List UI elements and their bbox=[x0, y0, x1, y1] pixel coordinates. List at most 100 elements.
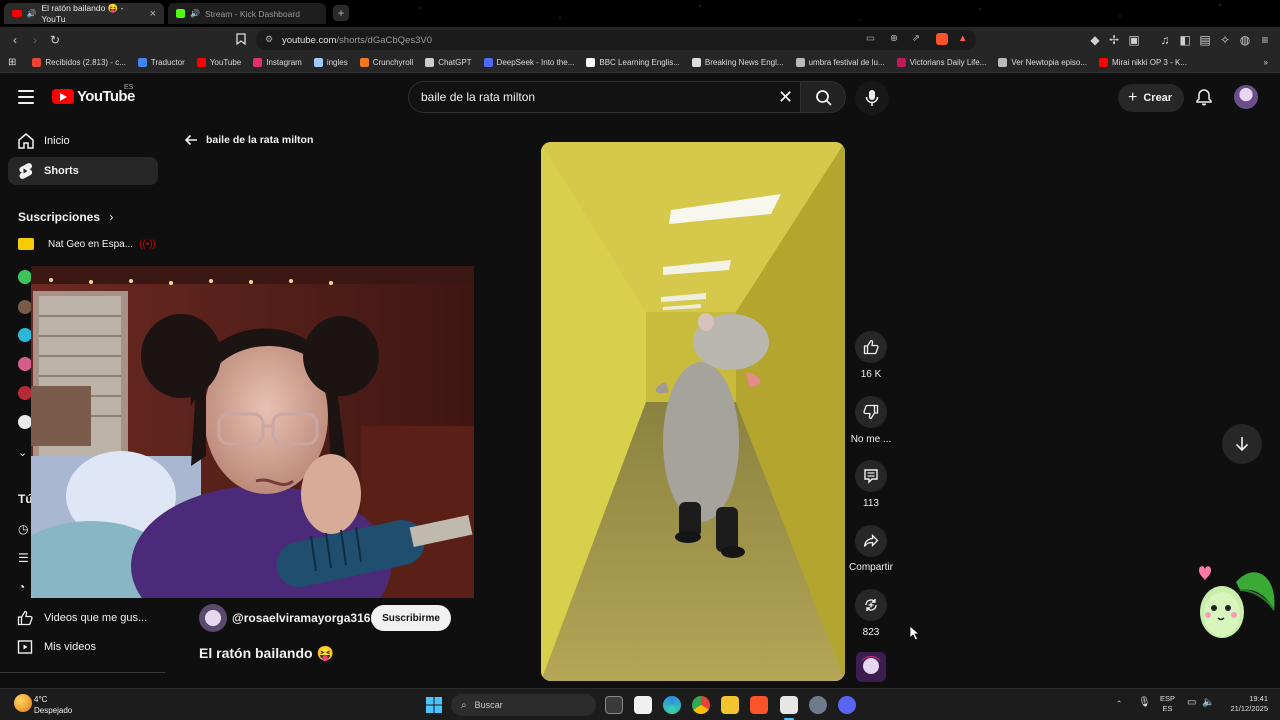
brave-shields-icon[interactable] bbox=[936, 33, 948, 45]
tab-youtube-short[interactable]: 🔊 El ratón bailando 😝 - YouTu × bbox=[4, 3, 164, 24]
media-controls-icon[interactable]: ♫ bbox=[1158, 33, 1172, 47]
subscription-avatar[interactable] bbox=[18, 415, 32, 429]
puzzle-icon[interactable]: ✢ bbox=[1107, 33, 1121, 47]
bookmark-item[interactable]: Mirai nikki OP 3 - K... bbox=[1093, 58, 1193, 67]
extension-icon[interactable]: ◆ bbox=[1088, 33, 1102, 47]
bookmark-item[interactable]: ingles bbox=[308, 58, 354, 67]
like-button[interactable] bbox=[855, 331, 887, 363]
next-short-button[interactable] bbox=[1222, 424, 1262, 464]
bookmark-item[interactable]: DeepSeek - Into the... bbox=[478, 58, 581, 67]
like-count: 16 K bbox=[860, 369, 882, 380]
sidebar-item-shorts[interactable]: Shorts bbox=[8, 157, 158, 185]
voice-search-button[interactable] bbox=[855, 81, 889, 115]
playlists-icon[interactable]: ☰ bbox=[18, 551, 29, 565]
new-tab-button[interactable]: + bbox=[333, 5, 349, 21]
bookmark-item[interactable]: Instagram bbox=[247, 58, 308, 67]
brave-rewards-icon[interactable]: ▲ bbox=[958, 33, 967, 44]
bookmark-item[interactable]: Ver Newtopia episo... bbox=[992, 58, 1093, 67]
dislike-button[interactable] bbox=[855, 396, 887, 428]
account-avatar[interactable] bbox=[1234, 85, 1258, 109]
address-bar[interactable]: ⚙ youtube.com/shorts/dGaCbQes3V0 ▭ ⊕ ⇗ ▲ bbox=[256, 30, 976, 50]
weather-icon[interactable] bbox=[14, 694, 32, 712]
bookmark-item[interactable]: Traductor bbox=[132, 58, 191, 67]
sidebar-toggle-icon[interactable]: ◧ bbox=[1178, 33, 1192, 47]
subscription-avatar[interactable] bbox=[18, 386, 32, 400]
site-info-icon[interactable]: ⚙ bbox=[265, 34, 273, 45]
file-explorer-icon[interactable] bbox=[721, 696, 739, 714]
webcam-overlay bbox=[31, 266, 474, 598]
more-bookmarks-icon[interactable]: » bbox=[1258, 58, 1280, 67]
bookmark-item[interactable]: Recibidos (2.813) - c... bbox=[26, 58, 131, 67]
history-icon[interactable]: ◷ bbox=[18, 522, 28, 536]
microsoft-store-icon[interactable] bbox=[634, 696, 652, 714]
cast-icon[interactable]: ▭ bbox=[866, 33, 875, 44]
microphone-tray-icon[interactable]: 🎙 bbox=[1138, 698, 1151, 708]
tab-kick-dashboard[interactable]: 🔊 Stream - Kick Dashboard bbox=[168, 3, 326, 24]
bookmark-item[interactable]: Victorians Daily Life... bbox=[891, 58, 993, 67]
subscriptions-heading[interactable]: Suscripciones › bbox=[18, 210, 113, 224]
share-button[interactable] bbox=[855, 525, 887, 557]
language-indicator[interactable]: ESP ES bbox=[1160, 694, 1175, 714]
create-button[interactable]: + Crear bbox=[1118, 84, 1184, 112]
show-more-chevron-icon[interactable]: ⌄ bbox=[18, 446, 27, 459]
forward-arrow-icon[interactable]: › bbox=[28, 33, 42, 47]
windows-start-icon[interactable] bbox=[426, 697, 442, 713]
bookmark-item[interactable]: umbra festival de lu... bbox=[790, 58, 891, 67]
taskbar-search-box[interactable]: ⌕ Buscar bbox=[451, 694, 596, 716]
remix-button[interactable] bbox=[855, 589, 887, 621]
chrome-browser-icon[interactable] bbox=[692, 696, 710, 714]
bookmark-item[interactable]: ChatGPT bbox=[419, 58, 477, 67]
task-view-icon[interactable] bbox=[605, 696, 623, 714]
discord-icon[interactable] bbox=[838, 696, 856, 714]
share-page-icon[interactable]: ⇗ bbox=[912, 33, 920, 44]
sidebar-item-liked-videos[interactable]: Videos que me gus... bbox=[8, 604, 158, 632]
hamburger-menu-icon[interactable] bbox=[18, 90, 34, 104]
short-video-player[interactable] bbox=[541, 142, 845, 681]
tray-overflow-chevron-icon[interactable]: ⌃ bbox=[1116, 699, 1122, 709]
leo-ai-icon[interactable]: ✧ bbox=[1218, 33, 1232, 47]
clock[interactable]: 19:41 21/12/2025 bbox=[1224, 694, 1268, 714]
channel-name[interactable]: @rosaelviramayorga3161 bbox=[232, 611, 377, 625]
channel-avatar[interactable] bbox=[199, 604, 227, 632]
vpn-shield-icon[interactable]: ◍ bbox=[1238, 33, 1252, 47]
subscribe-button[interactable]: Suscribirme bbox=[371, 605, 451, 631]
settings-gear-icon[interactable] bbox=[809, 696, 827, 714]
search-input[interactable]: baile de la rata milton bbox=[408, 81, 800, 113]
comment-icon bbox=[864, 469, 878, 484]
notifications-bell-icon[interactable] bbox=[1195, 88, 1213, 106]
back-arrow-icon[interactable]: ‹ bbox=[8, 33, 22, 47]
subscription-avatar[interactable] bbox=[18, 300, 32, 314]
comments-button[interactable] bbox=[855, 460, 887, 492]
brave-browser-icon[interactable] bbox=[750, 696, 768, 714]
clear-search-icon[interactable]: ✕ bbox=[778, 88, 793, 106]
browser-menu-icon[interactable]: ≡ bbox=[1258, 33, 1272, 47]
sidebar-item-inicio[interactable]: Inicio bbox=[8, 127, 158, 155]
edge-browser-icon[interactable] bbox=[663, 696, 681, 714]
wallet-icon[interactable]: ▤ bbox=[1198, 33, 1212, 47]
volume-icon[interactable]: 🔈 bbox=[1202, 698, 1214, 708]
bookmark-item[interactable]: Crunchyroll bbox=[354, 58, 419, 67]
bookmark-item[interactable]: Breaking News Engl... bbox=[686, 58, 790, 67]
search-button[interactable] bbox=[800, 81, 846, 113]
shorts-icon bbox=[8, 162, 44, 180]
watch-later-icon[interactable]: ◔ bbox=[18, 580, 25, 594]
screenshot-icon[interactable]: ▣ bbox=[1127, 33, 1141, 47]
subscription-nat-geo[interactable]: Nat Geo en Espa... ((•)) bbox=[18, 238, 156, 250]
back-to-search-link[interactable]: baile de la rata milton bbox=[184, 134, 313, 146]
bookmark-item[interactable]: BBC Learning Englis... bbox=[580, 58, 686, 67]
reload-icon[interactable]: ↻ bbox=[48, 33, 62, 47]
youtube-logo[interactable]: YouTube bbox=[52, 88, 135, 105]
subscription-avatar[interactable] bbox=[18, 328, 32, 342]
weather-widget[interactable]: 4°C Despejado bbox=[34, 694, 72, 716]
close-tab-icon[interactable]: × bbox=[150, 8, 156, 20]
zoom-icon[interactable]: ⊕ bbox=[890, 33, 898, 44]
sidebar-item-my-videos[interactable]: Mis videos bbox=[8, 633, 158, 661]
subscription-avatar[interactable] bbox=[18, 357, 32, 371]
apps-grid-icon[interactable]: ⊞ bbox=[0, 57, 26, 68]
sound-thumbnail[interactable] bbox=[856, 652, 886, 682]
bookmark-item[interactable]: YouTube bbox=[191, 58, 247, 67]
subscription-avatar[interactable] bbox=[18, 270, 32, 284]
notepad-icon[interactable] bbox=[780, 696, 798, 714]
bookmark-page-icon[interactable] bbox=[236, 33, 250, 47]
network-icon[interactable]: ▭ bbox=[1187, 698, 1196, 708]
